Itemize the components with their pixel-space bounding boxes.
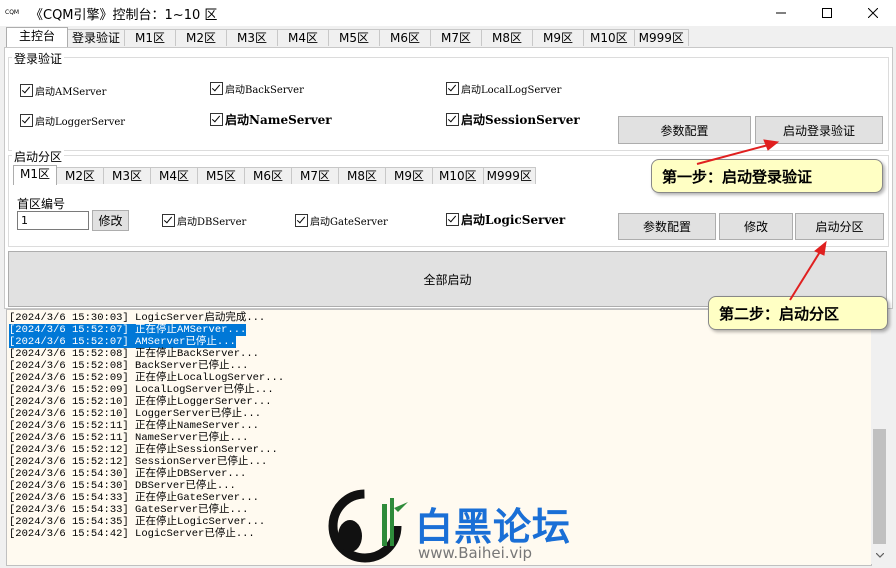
zone-tab-m1[interactable]: M1区 <box>13 165 57 185</box>
zone-tab-m4[interactable]: M4区 <box>150 167 198 184</box>
checkbox-checked-icon <box>162 214 175 227</box>
close-button[interactable] <box>850 0 896 26</box>
zone-tab-m10[interactable]: M10区 <box>432 167 484 184</box>
check-loggerserver[interactable]: 启动LoggerServer <box>20 113 125 128</box>
zone-number-label: 首区编号 <box>17 197 66 211</box>
zone-tab-m3[interactable]: M3区 <box>103 167 151 184</box>
zone-group-title: 启动分区 <box>12 148 65 165</box>
step1-callout: 第一步：启动登录验证 <box>651 159 883 193</box>
log-line: [2024/3/6 15:52:10] LoggerServer已停止... <box>9 408 262 420</box>
check-locallogserver[interactable]: 启动LocalLogServer <box>446 81 561 96</box>
zone-tab-m6[interactable]: M6区 <box>244 167 292 184</box>
zone-tab-m9[interactable]: M9区 <box>385 167 433 184</box>
log-line: [2024/3/6 15:54:30] 正在停止DBServer... <box>9 468 247 480</box>
checkbox-checked-icon <box>446 113 459 126</box>
watermark-url: www.Baihei.vip <box>418 544 533 562</box>
log-line: [2024/3/6 15:52:12] 正在停止SessionServer... <box>9 444 278 456</box>
check-label: 启动AMServer <box>35 87 107 98</box>
watermark-name: 白黑论坛 <box>415 505 572 549</box>
check-amserver[interactable]: 启动AMServer <box>20 83 106 98</box>
tab-m7[interactable]: M7区 <box>430 29 483 46</box>
log-line: [2024/3/6 15:52:11] 正在停止NameServer... <box>9 420 259 432</box>
log-line: [2024/3/6 15:52:10] 正在停止LoggerServer... <box>9 396 272 408</box>
log-line: [2024/3/6 15:52:12] SessionServer已停止... <box>9 456 268 468</box>
tab-m1[interactable]: M1区 <box>124 29 177 46</box>
log-line: [2024/3/6 15:52:09] 正在停止LocalLogServer..… <box>9 372 285 384</box>
checkbox-checked-icon <box>20 84 33 97</box>
tab-m5[interactable]: M5区 <box>328 29 381 46</box>
scroll-thumb[interactable] <box>873 429 886 544</box>
zone-number-input[interactable]: 1 <box>17 211 89 230</box>
log-scrollbar[interactable] <box>871 309 888 564</box>
scroll-down-icon[interactable] <box>871 547 888 564</box>
log-line: [2024/3/6 15:52:11] NameServer已停止... <box>9 432 249 444</box>
check-label: 启动DBServer <box>177 217 247 228</box>
check-label: 启动SessionServer <box>461 113 580 127</box>
checkbox-checked-icon <box>210 113 223 126</box>
tab-m8[interactable]: M8区 <box>481 29 534 46</box>
ink-logo-icon <box>328 489 408 563</box>
tab-m9[interactable]: M9区 <box>532 29 585 46</box>
minimize-button[interactable] <box>758 0 804 26</box>
app-icon: CQM <box>5 9 20 16</box>
main-tab-bar: 主控台 登录验证 M1区 M2区 M3区 M4区 M5区 M6区 M7区 M8区… <box>6 27 689 47</box>
check-nameserver[interactable]: 启动NameServer <box>210 111 332 128</box>
check-label: 启动GateServer <box>310 217 388 228</box>
check-label: 启动LoggerServer <box>35 117 126 128</box>
checkbox-checked-icon <box>446 213 459 226</box>
check-label: 启动NameServer <box>225 113 332 127</box>
start-login-button[interactable]: 启动登录验证 <box>755 116 883 144</box>
window-title: 《CQM引擎》控制台：1~10 区 <box>30 8 218 23</box>
tab-m4[interactable]: M4区 <box>277 29 330 46</box>
check-label: 启动BackServer <box>225 85 304 96</box>
login-group-title: 登录验证 <box>12 50 65 67</box>
check-gateserver[interactable]: 启动GateServer <box>295 213 388 228</box>
check-backserver[interactable]: 启动BackServer <box>210 81 304 96</box>
step2-callout: 第二步：启动分区 <box>708 296 888 330</box>
maximize-button[interactable] <box>804 0 850 26</box>
start-zone-button[interactable]: 启动分区 <box>795 213 884 240</box>
tab-m3[interactable]: M3区 <box>226 29 279 46</box>
zone-modify-button[interactable]: 修改 <box>719 213 793 240</box>
tab-m999[interactable]: M999区 <box>633 29 689 46</box>
check-label: 启动LogicServer <box>461 213 566 227</box>
zone-modify-small-button[interactable]: 修改 <box>92 210 129 231</box>
login-params-button[interactable]: 参数配置 <box>618 116 751 144</box>
tab-login[interactable]: 登录验证 <box>67 29 126 46</box>
check-sessionserver[interactable]: 启动SessionServer <box>446 111 580 128</box>
minimize-icon <box>776 12 786 14</box>
check-dbserver[interactable]: 启动DBServer <box>162 213 246 228</box>
log-line: [2024/3/6 15:52:08] 正在停止BackServer... <box>9 348 259 360</box>
zone-tab-m2[interactable]: M2区 <box>56 167 104 184</box>
zone-tab-m5[interactable]: M5区 <box>197 167 245 184</box>
checkbox-checked-icon <box>210 82 223 95</box>
tab-console[interactable]: 主控台 <box>6 27 69 47</box>
log-line: [2024/3/6 15:52:09] LocalLogServer已停止... <box>9 384 274 396</box>
zone-tab-m7[interactable]: M7区 <box>291 167 339 184</box>
checkbox-checked-icon <box>446 82 459 95</box>
tab-m6[interactable]: M6区 <box>379 29 432 46</box>
close-icon <box>868 8 878 18</box>
check-logicserver[interactable]: 启动LogicServer <box>446 211 565 228</box>
maximize-icon <box>822 8 832 18</box>
checkbox-checked-icon <box>20 114 33 127</box>
tab-m2[interactable]: M2区 <box>175 29 228 46</box>
watermark: 白黑论坛 www.Baihei.vip <box>320 488 570 568</box>
log-line: [2024/3/6 15:52:07] AMServer已停止... <box>9 336 236 348</box>
log-line: [2024/3/6 15:52:08] BackServer已停止... <box>9 360 249 372</box>
zone-params-button[interactable]: 参数配置 <box>618 213 716 240</box>
check-label: 启动LocalLogServer <box>461 85 562 96</box>
title-bar: CQM 《CQM引擎》控制台：1~10 区 <box>0 0 896 26</box>
tab-m10[interactable]: M10区 <box>583 29 635 46</box>
zone-tab-m999[interactable]: M999区 <box>482 167 536 184</box>
checkbox-checked-icon <box>295 214 308 227</box>
zone-tab-bar: M1区 M2区 M3区 M4区 M5区 M6区 M7区 M8区 M9区 M10区… <box>13 165 536 185</box>
zone-tab-m8[interactable]: M8区 <box>338 167 386 184</box>
